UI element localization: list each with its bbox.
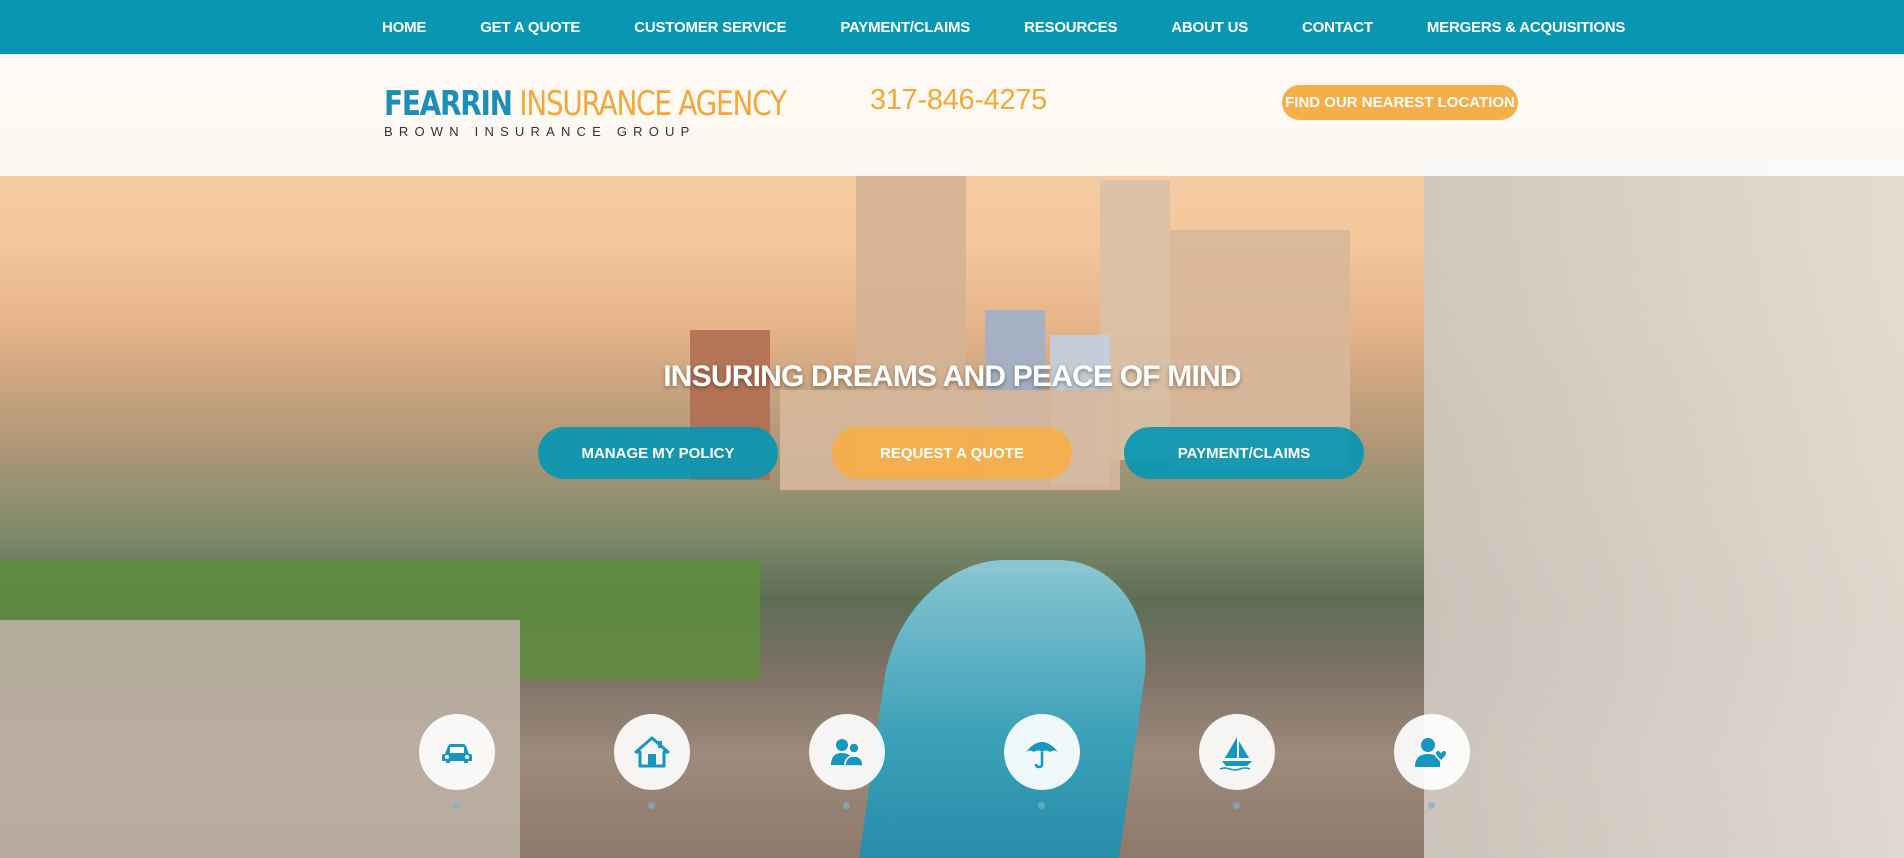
carousel-dot[interactable] [843, 802, 850, 809]
nav-get-a-quote[interactable]: GET A QUOTE [480, 19, 580, 36]
umbrella-icon [1026, 742, 1058, 769]
business-insurance-link[interactable] [809, 714, 885, 790]
carousel-dot[interactable] [1233, 802, 1240, 809]
health-life-icon [1415, 738, 1448, 767]
nav-mergers-acquisitions[interactable]: MERGERS & ACQUISITIONS [1427, 19, 1626, 36]
car-icon [442, 744, 472, 763]
nav-contact[interactable]: CONTACT [1302, 19, 1373, 36]
top-nav: HOME GET A QUOTE CUSTOMER SERVICE PAYMEN… [0, 0, 1904, 54]
logo-title: FEARRIN INSURANCE AGENCY [384, 84, 787, 124]
coverage-icon-row [0, 714, 1904, 814]
find-location-button[interactable]: FIND OUR NEAREST LOCATION [1282, 85, 1518, 120]
health-life-insurance-link[interactable] [1394, 714, 1470, 790]
carousel-dot[interactable] [1038, 802, 1045, 809]
boat-icon [1219, 737, 1252, 771]
auto-insurance-link[interactable] [419, 714, 495, 790]
site-header: FEARRIN INSURANCE AGENCY BROWN INSURANCE… [0, 54, 1904, 176]
logo-word-agency: INSURANCE AGENCY [519, 84, 787, 124]
request-quote-button[interactable]: REQUEST A QUOTE [832, 427, 1072, 479]
business-people-icon [831, 739, 864, 767]
nav-menu: HOME GET A QUOTE CUSTOMER SERVICE PAYMEN… [382, 0, 1625, 54]
umbrella-insurance-link[interactable] [1004, 714, 1080, 790]
carousel-dot[interactable] [1428, 802, 1435, 809]
phone-number[interactable]: 317-846-4275 [870, 84, 1047, 117]
logo-subtitle: BROWN INSURANCE GROUP [384, 124, 696, 139]
manage-policy-button[interactable]: MANAGE MY POLICY [538, 427, 778, 479]
nav-home[interactable]: HOME [382, 19, 426, 36]
nav-customer-service[interactable]: CUSTOMER SERVICE [634, 19, 786, 36]
home-insurance-link[interactable] [614, 714, 690, 790]
carousel-dot[interactable] [648, 802, 655, 809]
hero-tagline: INSURING DREAMS AND PEACE OF MIND [663, 360, 1241, 393]
logo-word-fearrin: FEARRIN [384, 84, 513, 124]
home-icon [634, 736, 670, 768]
site-logo[interactable]: FEARRIN INSURANCE AGENCY BROWN INSURANCE… [384, 86, 874, 139]
nav-resources[interactable]: RESOURCES [1024, 19, 1117, 36]
boat-insurance-link[interactable] [1199, 714, 1275, 790]
carousel-dot[interactable] [453, 802, 460, 809]
nav-about-us[interactable]: ABOUT US [1171, 19, 1248, 36]
nav-payment-claims[interactable]: PAYMENT/CLAIMS [840, 19, 970, 36]
payment-claims-button[interactable]: PAYMENT/CLAIMS [1124, 427, 1364, 479]
